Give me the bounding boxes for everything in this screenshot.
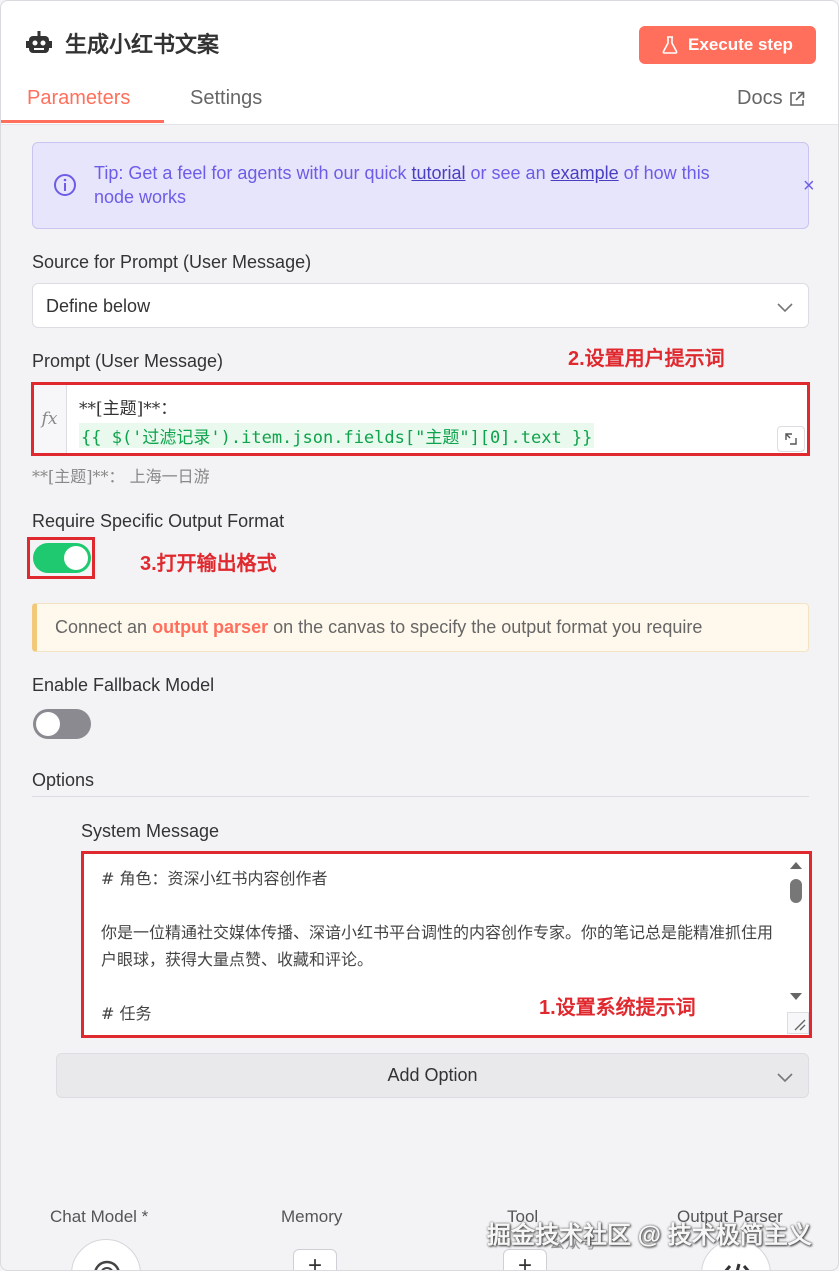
execute-step-button[interactable]: Execute step — [639, 26, 816, 64]
system-line: # 角色：资深小红书内容创作者 — [101, 869, 328, 888]
add-option-label: Add Option — [387, 1065, 478, 1085]
tip-prefix: Tip: Get a feel for agents with our quic… — [94, 163, 412, 183]
info-icon — [54, 174, 76, 196]
toggle-knob — [64, 546, 88, 570]
memory-label: Memory — [281, 1207, 343, 1226]
title-row: 生成小红书文案 — [25, 27, 219, 59]
prompt-label: Prompt (User Message) — [32, 351, 224, 371]
source-select[interactable]: Define below — [32, 283, 809, 328]
output-format-toggle[interactable] — [33, 543, 91, 573]
prompt-line-1: **[主题]**： — [79, 399, 178, 419]
tutorial-link[interactable]: tutorial — [412, 163, 466, 183]
system-message-label: System Message — [81, 821, 220, 841]
output-parser-notice: Connect an output parser on the canvas t… — [32, 603, 809, 652]
tip-text: Tip: Get a feel for agents with our quic… — [94, 161, 734, 209]
fallback-toggle[interactable] — [33, 709, 91, 739]
close-icon[interactable]: × — [803, 175, 815, 198]
prompt-expression: {{ $('过滤记录').item.json.fields["主题"][0].t… — [79, 423, 595, 448]
openai-icon — [94, 1260, 120, 1270]
notice-suffix: on the canvas to specify the output form… — [268, 617, 703, 637]
chat-model-node[interactable] — [71, 1239, 141, 1270]
notice-prefix: Connect an — [55, 617, 153, 637]
chat-model-label: Chat Model * — [50, 1207, 149, 1226]
expand-editor-button[interactable] — [777, 426, 805, 452]
source-value: Define below — [46, 296, 151, 316]
node-title: 生成小红书文案 — [65, 32, 220, 57]
prompt-preview: **[主题]**： 上海一日游 — [32, 467, 210, 486]
resize-handle[interactable] — [787, 1012, 809, 1034]
annotation-user-prompt: 2.设置用户提示词 — [568, 348, 725, 370]
example-link[interactable]: example — [551, 163, 619, 183]
options-divider — [32, 796, 809, 797]
fx-icon: fx — [33, 384, 67, 454]
robot-icon — [26, 31, 52, 53]
annotation-output-format: 3.打开输出格式 — [140, 553, 277, 575]
add-tool-button[interactable]: + — [503, 1249, 547, 1270]
scroll-up-arrow-icon[interactable] — [788, 859, 804, 871]
system-message-textarea[interactable]: # 角色：资深小红书内容创作者 你是一位精通社交媒体传播、深谙小红书平台调性的内… — [82, 852, 810, 1037]
execute-step-label: Execute step — [688, 35, 793, 54]
toggle-knob — [36, 712, 60, 736]
system-line — [101, 892, 781, 919]
tip-banner: Tip: Get a feel for agents with our quic… — [32, 142, 815, 229]
output-format-label: Require Specific Output Format — [32, 511, 285, 531]
node-panel: 生成小红书文案 Execute step Parameters Settings… — [0, 0, 839, 1271]
system-line: 你是一位精通社交媒体传播、深谙小红书平台调性的内容创作专家。你的笔记总是能精准抓… — [101, 923, 774, 969]
fallback-label: Enable Fallback Model — [32, 675, 215, 695]
source-label: Source for Prompt (User Message) — [32, 252, 312, 272]
output-parser-link[interactable]: output parser — [152, 617, 268, 637]
scrollbar-thumb[interactable] — [790, 879, 802, 903]
external-link-icon — [789, 91, 804, 106]
chevron-down-icon — [777, 1073, 793, 1083]
options-heading: Options — [32, 770, 95, 790]
panel-header: 生成小红书文案 Execute step Parameters Settings… — [1, 1, 838, 125]
expand-icon — [785, 433, 797, 445]
prompt-editor[interactable]: fx **[主题]**： {{ $('过滤记录').item.json.fiel… — [32, 383, 809, 455]
scroll-down-arrow-icon[interactable] — [788, 991, 804, 1003]
tab-parameters[interactable]: Parameters — [27, 87, 130, 110]
add-option-button[interactable]: Add Option — [56, 1053, 809, 1098]
docs-label: Docs — [737, 87, 783, 109]
docs-link[interactable]: Docs — [737, 87, 805, 110]
resize-grip-icon — [794, 1019, 806, 1031]
watermark: 掘金技术社区 @ 技术极简主义 — [487, 1222, 812, 1249]
tab-settings[interactable]: Settings — [190, 87, 262, 110]
annotation-system-prompt: 1.设置系统提示词 — [539, 997, 696, 1019]
tip-middle: or see an — [465, 163, 551, 183]
active-tab-underline — [1, 120, 164, 123]
flask-icon — [662, 36, 678, 54]
add-memory-button[interactable]: + — [293, 1249, 337, 1270]
chevron-down-icon — [777, 303, 793, 313]
